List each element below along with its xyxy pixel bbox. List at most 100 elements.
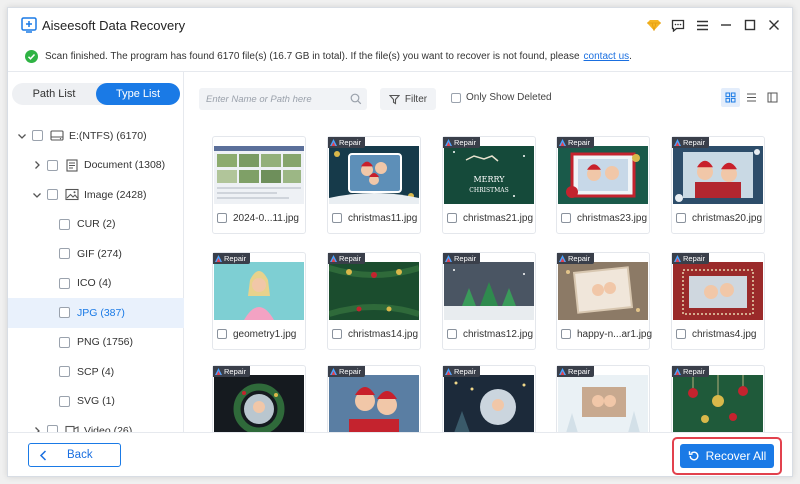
file-name: christmas4.jpg [692, 328, 757, 340]
file-name: christmas12.jpg [463, 328, 534, 340]
chevron-down-icon[interactable] [16, 130, 28, 142]
search-icon[interactable] [350, 93, 362, 105]
file-card[interactable]: Repair [671, 365, 765, 432]
file-name-row: christmas20.jpg [676, 211, 766, 225]
file-card[interactable]: Repair christmas14.jpg [327, 252, 421, 350]
tree-item-checkbox[interactable] [47, 189, 58, 201]
repair-badge: Repair [672, 137, 710, 148]
tree-item[interactable]: Document (1308) [8, 151, 184, 181]
tab-type-list[interactable]: Type List [96, 83, 180, 105]
repair-badge-label: Repair [683, 138, 706, 147]
file-checkbox[interactable] [447, 213, 457, 223]
tree-item-checkbox[interactable] [47, 159, 58, 171]
premium-button[interactable] [642, 16, 666, 34]
tree-item-checkbox[interactable] [59, 307, 70, 319]
chevron-down-icon[interactable] [31, 189, 43, 201]
tree-item[interactable]: JPG (387) [8, 298, 184, 328]
tree-item-checkbox[interactable] [59, 366, 70, 378]
list-view-button[interactable] [742, 88, 761, 107]
grid-icon [725, 92, 736, 103]
only-show-deleted-toggle[interactable]: Only Show Deleted [451, 92, 552, 103]
tab-path-list[interactable]: Path List [12, 83, 96, 105]
repair-badge: Repair [213, 366, 251, 377]
file-name: christmas20.jpg [692, 212, 763, 224]
chat-icon [671, 19, 685, 32]
thumbnail-view-button[interactable] [721, 88, 740, 107]
file-card[interactable]: Repair christmas12.jpg [442, 252, 536, 350]
file-card[interactable]: Repair happy-n...ar1.jpg [556, 252, 653, 350]
file-card[interactable]: Repair christmas20.jpg [671, 136, 765, 234]
repair-badge-label: Repair [339, 254, 362, 263]
file-card[interactable]: Repair christmas4.jpg [671, 252, 765, 350]
file-card[interactable]: Repair [327, 365, 421, 432]
file-checkbox[interactable] [676, 329, 686, 339]
file-checkbox[interactable] [447, 329, 457, 339]
tree-item-checkbox[interactable] [32, 130, 43, 142]
tree-item[interactable]: ICO (4) [8, 269, 184, 299]
file-card[interactable]: Repair [556, 365, 650, 432]
file-thumbnail [673, 375, 763, 432]
repair-badge-label: Repair [224, 367, 247, 376]
menu-button[interactable] [690, 16, 714, 34]
file-checkbox[interactable] [332, 329, 342, 339]
back-label: Back [67, 449, 93, 461]
close-button[interactable] [762, 16, 786, 34]
file-card[interactable]: MERRY CHRISTMAS Repair christmas21.jpg [442, 136, 536, 234]
file-checkbox[interactable] [676, 213, 686, 223]
tree-item[interactable]: Image (2428) [8, 180, 184, 210]
file-card[interactable]: Repair [212, 365, 306, 432]
tree-item-checkbox[interactable] [59, 218, 70, 230]
file-card[interactable]: Repair [442, 365, 536, 432]
file-thumbnail [558, 375, 648, 432]
filter-button[interactable]: Filter [380, 88, 436, 110]
tree-item[interactable]: PNG (1756) [8, 328, 184, 358]
file-checkbox[interactable] [561, 329, 571, 339]
list-mode-switch: Path List Type List [12, 83, 180, 105]
tree-item[interactable]: SVG (1) [8, 387, 184, 417]
tree-item-checkbox[interactable] [59, 277, 70, 289]
file-name: christmas23.jpg [577, 212, 648, 224]
tree-item-checkbox[interactable] [59, 395, 70, 407]
minimize-icon [721, 24, 731, 26]
file-card[interactable]: 2024-0...11.jpg [212, 136, 306, 234]
file-checkbox[interactable] [332, 213, 342, 223]
repair-badge-icon [330, 255, 337, 262]
tree-item[interactable]: SCP (4) [8, 357, 184, 387]
maximize-button[interactable] [738, 16, 762, 34]
repair-badge: Repair [328, 253, 366, 264]
repair-badge-icon [445, 368, 452, 375]
tree-item[interactable]: CUR (2) [8, 210, 184, 240]
tree-item[interactable]: E:(NTFS) (6170) [8, 121, 184, 151]
back-button[interactable]: Back [28, 443, 121, 467]
file-type-tree: E:(NTFS) (6170) Document (1308) Image (242… [8, 121, 184, 446]
hamburger-icon [696, 20, 708, 30]
file-name-row: geometry1.jpg [217, 327, 307, 341]
file-name: happy-n...ar1.jpg [577, 328, 653, 340]
contact-us-link[interactable]: contact us [584, 51, 630, 62]
tree-item-label: SVG (1) [77, 395, 115, 408]
minimize-button[interactable] [714, 16, 738, 34]
file-checkbox[interactable] [561, 213, 571, 223]
repair-badge-icon [674, 139, 681, 146]
file-card[interactable]: Repair christmas11.jpg [327, 136, 421, 234]
feedback-button[interactable] [666, 16, 690, 34]
repair-badge: Repair [672, 366, 710, 377]
tree-item[interactable]: GIF (274) [8, 239, 184, 269]
file-name: christmas21.jpg [463, 212, 534, 224]
only-show-deleted-checkbox[interactable] [451, 92, 461, 103]
view-mode-switch [721, 88, 782, 107]
tree-item-checkbox[interactable] [59, 248, 70, 260]
detail-view-button[interactable] [763, 88, 782, 107]
file-card[interactable]: Repair geometry1.jpg [212, 252, 306, 350]
file-checkbox[interactable] [217, 213, 227, 223]
tree-item-checkbox[interactable] [59, 336, 70, 348]
chevron-right-icon[interactable] [31, 159, 43, 171]
search-input[interactable] [206, 91, 346, 107]
file-card[interactable]: Repair christmas23.jpg [556, 136, 650, 234]
recover-all-button[interactable]: Recover All [680, 444, 774, 468]
app-title: Aiseesoft Data Recovery [42, 18, 186, 33]
file-checkbox[interactable] [217, 329, 227, 339]
